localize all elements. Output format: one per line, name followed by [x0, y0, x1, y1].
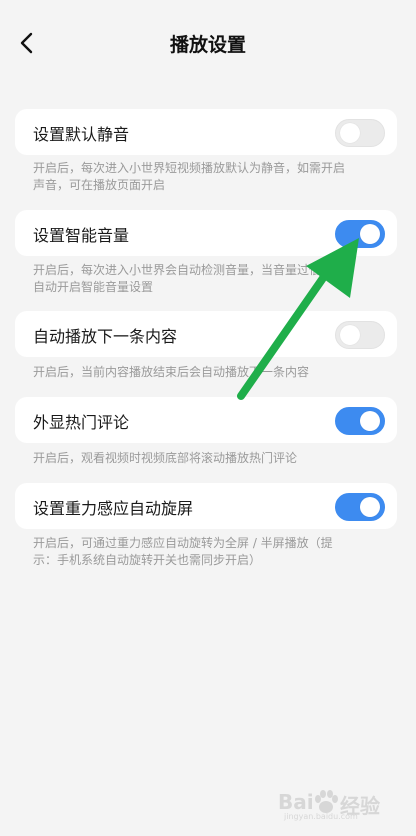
setting-description: 开启后，观看视频时视频底部将滚动播放热门评论 — [33, 450, 378, 467]
description-line: 开启后，每次进入小世界会自动检测音量，当音量过低时， — [33, 263, 346, 277]
watermark-url: jingyan.baidu.com — [284, 812, 358, 821]
toggle-knob — [340, 123, 360, 143]
setting-label: 设置重力感应自动旋屏 — [33, 499, 194, 518]
setting-label: 外显热门评论 — [33, 413, 130, 432]
description-line: 自动开启智能音量设置 — [33, 280, 154, 294]
description-line: 开启后，观看视频时视频底部将滚动播放热门评论 — [33, 451, 298, 465]
top-bar: 播放设置 — [0, 0, 416, 86]
setting-row-smart-volume: 设置智能音量 — [15, 210, 397, 256]
setting-description: 开启后，每次进入小世界短视频播放默认为静音，如需开启 声音，可在播放页面开启 — [33, 160, 378, 194]
setting-description: 开启后，每次进入小世界会自动检测音量，当音量过低时， 自动开启智能音量设置 — [33, 262, 378, 296]
description-line: 开启后，当前内容播放结束后会自动播放下一条内容 — [33, 365, 310, 379]
setting-description: 开启后，可通过重力感应自动旋转为全屏 / 半屏播放（提 示：手机系统自动旋转开关… — [33, 535, 378, 569]
description-line: 示：手机系统自动旋转开关也需同步开启） — [33, 553, 262, 567]
toggle-knob — [360, 411, 380, 431]
smart-volume-toggle[interactable] — [335, 220, 385, 248]
setting-row-hot-comments: 外显热门评论 — [15, 397, 397, 443]
toggle-knob — [340, 325, 360, 345]
setting-row-autoplay-next: 自动播放下一条内容 — [15, 311, 397, 357]
setting-label: 设置默认静音 — [33, 125, 130, 144]
watermark-brand: Bai — [278, 790, 314, 814]
hot-comments-toggle[interactable] — [335, 407, 385, 435]
description-line: 声音，可在播放页面开启 — [33, 178, 166, 192]
toggle-knob — [360, 497, 380, 517]
setting-label: 自动播放下一条内容 — [33, 327, 178, 346]
baidu-watermark: Bai 经验 jingyan.baidu.com — [278, 788, 398, 822]
setting-description: 开启后，当前内容播放结束后会自动播放下一条内容 — [33, 364, 378, 381]
default-mute-toggle[interactable] — [335, 119, 385, 147]
setting-label: 设置智能音量 — [33, 226, 130, 245]
description-line: 开启后，可通过重力感应自动旋转为全屏 / 半屏播放（提 — [33, 536, 333, 550]
setting-row-default-mute: 设置默认静音 — [15, 109, 397, 155]
autoplay-next-toggle[interactable] — [335, 321, 385, 349]
toggle-knob — [360, 224, 380, 244]
auto-rotate-toggle[interactable] — [335, 493, 385, 521]
setting-row-auto-rotate: 设置重力感应自动旋屏 — [15, 483, 397, 529]
description-line: 开启后，每次进入小世界短视频播放默认为静音，如需开启 — [33, 161, 346, 175]
page-title: 播放设置 — [169, 34, 246, 56]
